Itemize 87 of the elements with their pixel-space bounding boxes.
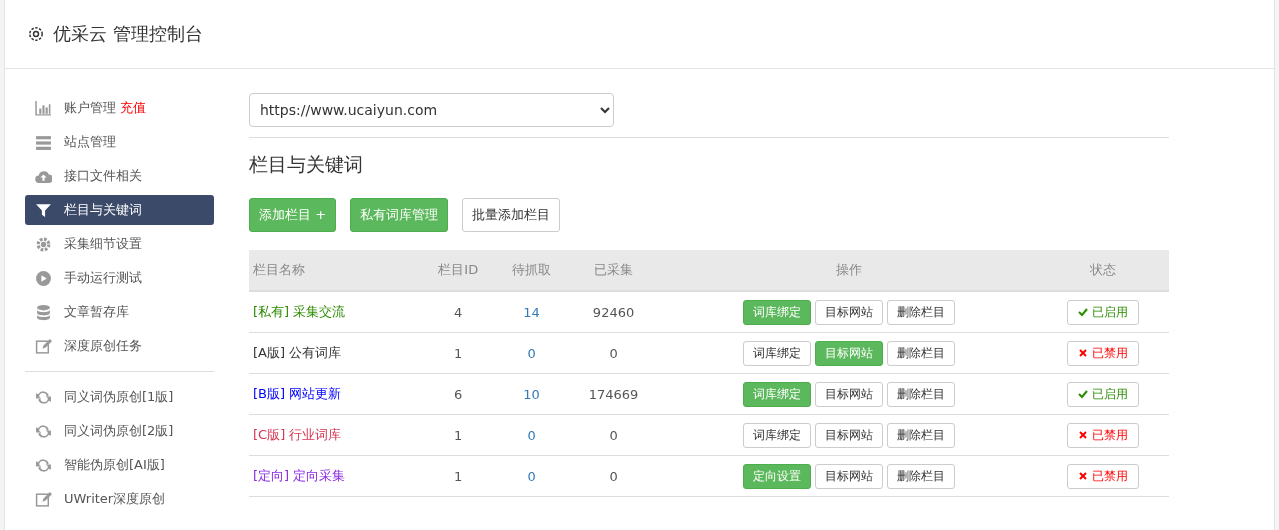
sidebar-item[interactable]: 采集细节设置 [25,229,214,259]
column-header: 栏目名称 [249,250,422,291]
table-cell: [A版] 公有词库 [249,332,422,374]
column-header: 栏目ID [421,250,496,291]
refresh-icon [35,388,52,406]
check-icon [1078,307,1089,317]
column-header: 操作 [659,250,1038,291]
table-cell: 0 [495,414,568,456]
action-button[interactable]: 删除栏目 [886,381,955,407]
sidebar-item[interactable]: 同义词伪原创[1版] [25,382,214,412]
action-button[interactable]: 目标网站 [814,381,883,407]
table-cell: 174669 [567,373,660,415]
sidebar-item[interactable]: 站点管理 [25,127,214,157]
check-icon [1078,389,1089,399]
sidebar-label: 同义词伪原创[1版] [64,388,174,406]
sidebar-label: UWriter深度原创 [64,490,166,508]
site-select[interactable]: https://www.ucaiyun.com [249,93,614,127]
action-button[interactable]: 删除栏目 [886,422,955,448]
table-cell: [C版] 行业词库 [249,414,422,456]
sidebar-label: 同义词伪原创[2版] [64,422,174,440]
table-cell: 14 [495,291,568,333]
action-button[interactable]: 目标网站 [814,299,883,325]
toolbar-button[interactable]: 批量添加栏目 [462,198,561,232]
sidebar-label: 深度原创任务 [64,337,142,355]
action-button[interactable]: 词库绑定 [742,422,811,448]
edit-icon [35,337,52,355]
table-cell: 0 [567,455,660,497]
settings-icon [27,25,45,43]
sidebar-item[interactable]: 栏目与关键词 [25,195,214,225]
table-cell: 0 [567,332,660,374]
sidebar-item[interactable]: 智能伪原创[AI版] [25,450,214,480]
table-cell: 10 [495,373,568,415]
action-button[interactable]: 删除栏目 [886,463,955,489]
table-cell: 0 [567,414,660,456]
chart-icon [35,99,52,117]
section-title: 栏目与关键词 [249,152,364,177]
table-cell: 4 [421,291,496,333]
sidebar-item[interactable]: UWriter深度原创 [25,484,214,514]
close-icon [1078,348,1089,358]
sidebar-label: 采集细节设置 [64,235,142,253]
action-button[interactable]: 目标网站 [814,422,883,448]
sidebar-label: 接口文件相关 [64,167,142,185]
database-icon [35,303,52,321]
sidebar-item[interactable]: 账户管理 充值 [25,93,214,123]
table-cell: 92460 [567,291,660,333]
close-icon [1078,430,1089,440]
column-header: 已采集 [567,250,660,291]
table-cell: 1 [421,455,496,497]
sidebar-item[interactable]: 深度原创任务 [25,331,214,361]
sidebar-label: 智能伪原创[AI版] [64,456,165,474]
action-button[interactable]: 删除栏目 [886,299,955,325]
table-cell: [私有] 采集交流 [249,291,422,333]
sidebar-item[interactable]: 同义词伪原创[2版] [25,416,214,446]
sidebar-label: 栏目与关键词 [64,201,142,219]
close-icon [1078,471,1089,481]
column-header: 状态 [1038,250,1169,291]
action-button[interactable]: 删除栏目 [886,340,955,366]
gear-icon [35,235,52,253]
table-cell: [B版] 网站更新 [249,373,422,415]
sidebar-item[interactable]: 文章暂存库 [25,297,214,327]
status-button[interactable]: 已禁用 [1067,340,1140,366]
action-button[interactable]: 词库绑定 [742,340,811,366]
column-header: 待抓取 [495,250,568,291]
play-icon [35,269,52,287]
refresh-icon [35,422,52,440]
table-cell: 0 [495,332,568,374]
status-button[interactable]: 已禁用 [1067,422,1140,448]
filter-icon [35,201,52,219]
refresh-icon [35,456,52,474]
sidebar-label: 站点管理 [64,133,116,151]
sidebar-label: 手动运行测试 [64,269,142,287]
console-title: 优采云 管理控制台 [53,22,203,46]
action-button[interactable]: 目标网站 [814,463,883,489]
status-button[interactable]: 已启用 [1067,381,1140,407]
sidebar-item[interactable]: 手动运行测试 [25,263,214,293]
status-button[interactable]: 已启用 [1067,299,1140,325]
sidebar-item[interactable]: 接口文件相关 [25,161,214,191]
table-cell: 6 [421,373,496,415]
server-icon [35,133,52,151]
edit-icon [35,490,52,508]
sidebar-label: 文章暂存库 [64,303,129,321]
table-cell: 0 [495,455,568,497]
status-button[interactable]: 已禁用 [1067,463,1140,489]
table-cell: [定向] 定向采集 [249,455,422,497]
sidebar-label: 账户管理 充值 [64,99,146,117]
table-cell: 1 [421,414,496,456]
table-cell: 1 [421,332,496,374]
